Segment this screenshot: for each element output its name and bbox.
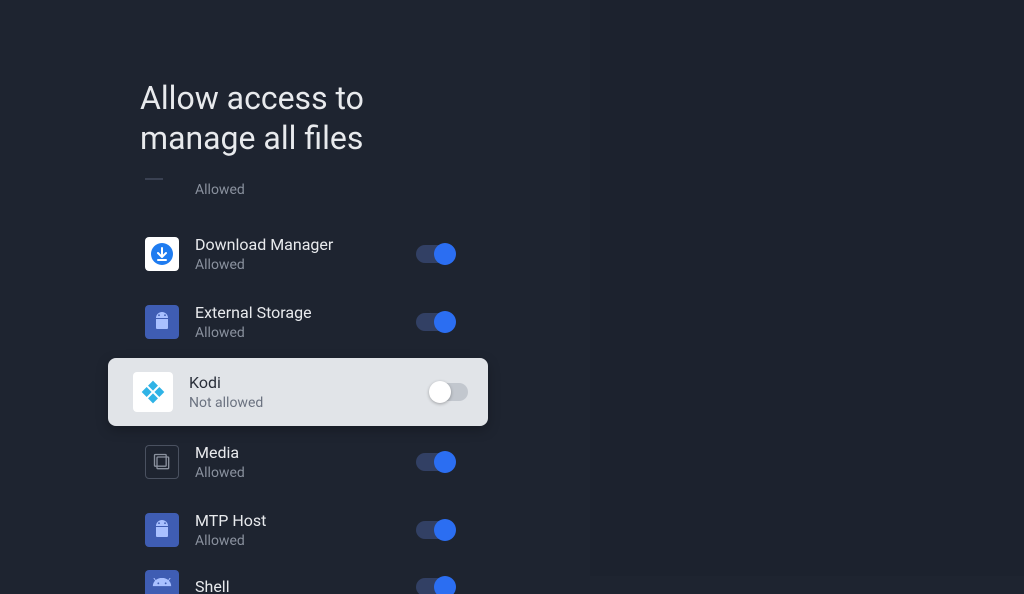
app-row-download-manager[interactable]: Download Manager Allowed	[0, 222, 590, 286]
toggle-shell[interactable]	[416, 578, 452, 594]
toggle-mtp-host[interactable]	[416, 521, 452, 539]
shell-icon	[145, 570, 179, 594]
app-label: External Storage	[195, 303, 416, 324]
download-icon	[145, 237, 179, 271]
toggle-external-storage[interactable]	[416, 313, 452, 331]
app-status: Not allowed	[189, 395, 432, 411]
app-row-kodi[interactable]: Kodi Not allowed	[108, 358, 488, 426]
settings-panel: Allow access to manage all files Allowed…	[0, 0, 590, 576]
partial-status: Allowed	[195, 182, 245, 198]
app-label: MTP Host	[195, 511, 416, 532]
app-status: Allowed	[195, 533, 416, 549]
right-pane	[590, 0, 1024, 576]
app-label: Download Manager	[195, 235, 416, 256]
toggle-media[interactable]	[416, 453, 452, 471]
app-text: MTP Host Allowed	[195, 511, 416, 550]
toggle-kodi[interactable]	[432, 383, 468, 401]
android-icon	[145, 513, 179, 547]
page-title: Allow access to manage all files	[0, 0, 450, 158]
app-row-media[interactable]: Media Allowed	[0, 430, 590, 494]
app-status: Allowed	[195, 465, 416, 481]
title-line-1: Allow access to	[140, 79, 364, 117]
kodi-icon	[133, 372, 173, 412]
app-row-external-storage[interactable]: External Storage Allowed	[0, 290, 590, 354]
app-text: Media Allowed	[195, 443, 416, 482]
app-status: Allowed	[195, 325, 416, 341]
partial-row-top: Allowed	[0, 176, 590, 204]
app-text: Shell	[195, 577, 416, 594]
toggle-download-manager[interactable]	[416, 245, 452, 263]
app-list: Allowed Download Manager Allowed Externa…	[0, 176, 590, 594]
app-text: External Storage Allowed	[195, 303, 416, 342]
title-line-2: manage all files	[140, 119, 363, 157]
app-text: Download Manager Allowed	[195, 235, 416, 274]
divider-icon	[145, 178, 163, 180]
app-row-shell[interactable]: Shell	[0, 566, 590, 594]
app-text: Kodi Not allowed	[189, 373, 432, 412]
media-icon	[145, 445, 179, 479]
app-row-mtp-host[interactable]: MTP Host Allowed	[0, 498, 590, 562]
app-label: Kodi	[189, 373, 432, 394]
app-status: Allowed	[195, 257, 416, 273]
app-label: Shell	[195, 577, 416, 594]
android-icon	[145, 305, 179, 339]
app-label: Media	[195, 443, 416, 464]
